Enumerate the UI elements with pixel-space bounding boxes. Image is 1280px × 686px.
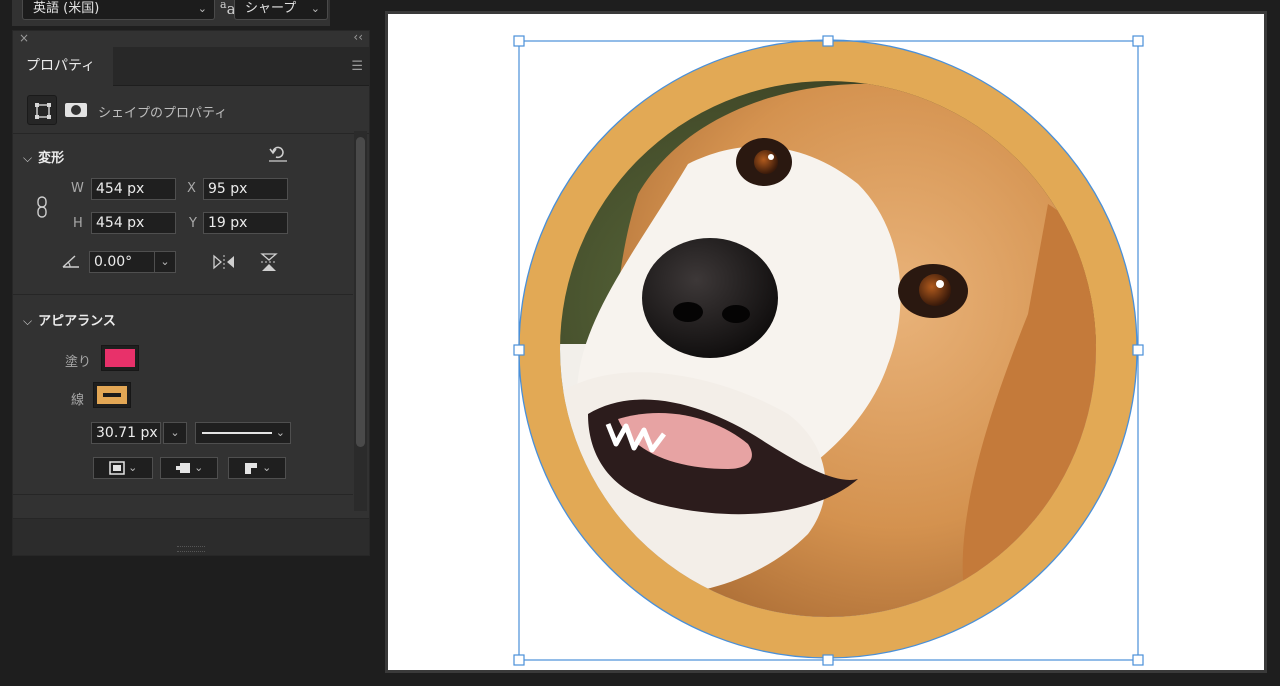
transform-section-header[interactable]: ⌵ 変形 (23, 147, 64, 166)
chevron-down-icon: ⌄ (310, 2, 320, 15)
height-label: H (73, 216, 83, 231)
panel-tabbar: プロパティ ☰ (13, 47, 369, 86)
solid-line-icon (202, 432, 272, 434)
resize-grip[interactable] (177, 546, 205, 552)
stroke-swatch[interactable] (93, 382, 131, 408)
angle-field[interactable]: 0.00° (89, 251, 155, 273)
language-value: 英語 (米国) (33, 1, 100, 16)
document-canvas[interactable] (388, 14, 1264, 670)
antialias-dropdown[interactable]: シャープ ⌄ (234, 0, 328, 20)
tab-properties[interactable]: プロパティ (13, 47, 113, 86)
appearance-section-header[interactable]: ⌵ アピアランス (23, 310, 116, 329)
stroke-corner-dropdown[interactable]: ⌄ (228, 457, 286, 479)
shape-properties-row: シェイプのプロパティ (13, 93, 369, 134)
resize-handle[interactable] (822, 35, 834, 47)
width-label: W (71, 181, 84, 196)
stroke-cap-dropdown[interactable]: ⌄ (160, 457, 218, 479)
appearance-title: アピアランス (38, 314, 116, 329)
artwork[interactable] (388, 14, 1264, 670)
type-options-bar: 英語 (米国) ⌄ aa シャープ ⌄ (12, 0, 330, 26)
collapse-icon[interactable]: ‹‹ (353, 30, 363, 44)
stroke-align-inside-icon (108, 461, 125, 475)
close-icon[interactable]: × (19, 31, 29, 45)
scrollbar[interactable] (356, 137, 365, 447)
chevron-down-icon: ⌄ (197, 2, 207, 15)
flip-vertical-icon[interactable] (259, 251, 279, 273)
transform-bounds-icon (35, 103, 51, 119)
height-field[interactable]: 454 px (91, 212, 176, 234)
stroke-style-dropdown[interactable]: ⌄ (195, 422, 291, 444)
y-field[interactable]: 19 px (203, 212, 288, 234)
fill-color (105, 349, 135, 367)
panel-footer (13, 518, 369, 555)
width-field[interactable]: 454 px (91, 178, 176, 200)
flip-horizontal-icon[interactable] (211, 253, 237, 271)
stroke-color (97, 386, 127, 404)
resize-handle[interactable] (1132, 654, 1144, 666)
link-icon[interactable] (35, 195, 49, 219)
panel-menu-icon[interactable]: ☰ (351, 59, 363, 74)
reset-icon[interactable] (267, 143, 289, 163)
stroke-width-field[interactable]: 30.71 px (91, 422, 161, 444)
resize-handle[interactable] (513, 344, 525, 356)
transform-title: 変形 (38, 151, 65, 166)
antialias-value: シャープ (245, 1, 297, 16)
y-label: Y (189, 216, 197, 231)
section-divider (13, 494, 353, 495)
line-cap-icon (175, 463, 190, 473)
panel-header: × ‹‹ (13, 30, 369, 47)
resize-handle[interactable] (1132, 344, 1144, 356)
stroke-label: 線 (71, 393, 85, 408)
x-field[interactable]: 95 px (203, 178, 288, 200)
chevron-down-icon: ⌵ (23, 314, 33, 328)
chevron-down-icon: ⌵ (23, 151, 33, 165)
chevron-down-icon: ⌄ (275, 426, 285, 439)
corner-join-icon (244, 463, 257, 474)
mask-icon[interactable] (65, 103, 87, 117)
fill-label: 塗り (65, 355, 92, 370)
language-dropdown[interactable]: 英語 (米国) ⌄ (22, 0, 215, 20)
fill-swatch[interactable] (101, 345, 139, 371)
angle-icon (62, 255, 79, 268)
stroke-align-dropdown[interactable]: ⌄ (93, 457, 153, 479)
resize-handle[interactable] (822, 654, 834, 666)
x-label: X (187, 181, 196, 196)
angle-dropdown[interactable]: ⌄ (154, 251, 176, 273)
resize-handle[interactable] (513, 654, 525, 666)
resize-handle[interactable] (1132, 35, 1144, 47)
shape-bounds-button[interactable] (27, 95, 57, 125)
resize-handle[interactable] (513, 35, 525, 47)
properties-panel: × ‹‹ プロパティ ☰ シェイプのプロパティ ⌵ 変形 W 454 px X 9… (12, 30, 370, 556)
section-divider (13, 294, 353, 295)
shape-properties-title: シェイプのプロパティ (98, 106, 228, 121)
stroke-width-dropdown[interactable]: ⌄ (163, 422, 187, 444)
